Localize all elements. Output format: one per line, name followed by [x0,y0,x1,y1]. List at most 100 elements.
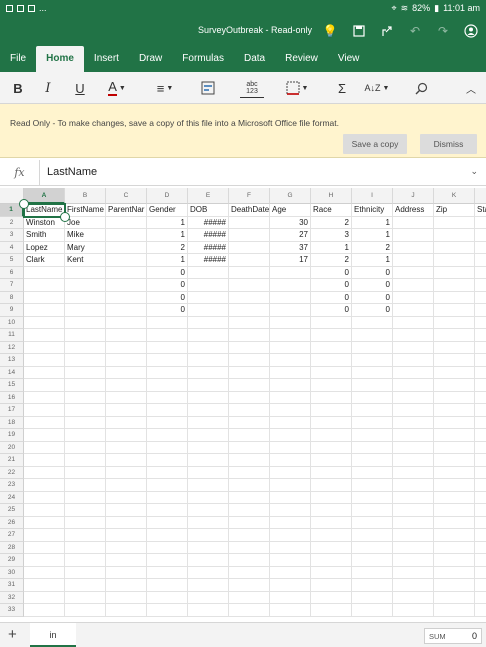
grid-cell[interactable] [65,316,106,329]
grid-cell[interactable] [229,441,270,454]
grid-cell[interactable] [311,341,352,354]
grid-cell[interactable] [188,466,229,479]
grid-cell[interactable] [229,229,270,242]
grid-cell[interactable] [393,491,434,504]
add-sheet-button[interactable]: + [8,626,17,643]
grid-cell[interactable]: 0 [311,266,352,279]
grid-cell[interactable] [352,429,393,442]
grid-cell[interactable] [352,466,393,479]
grid-cell[interactable]: DeathDate [229,204,270,217]
grid-cell[interactable] [65,566,106,579]
grid-cell[interactable] [188,379,229,392]
row-header[interactable]: 31 [0,579,24,592]
share-icon[interactable] [378,22,396,40]
lightbulb-icon[interactable]: 💡 [321,22,339,40]
grid-cell[interactable] [393,416,434,429]
grid-cell[interactable] [393,304,434,317]
grid-cell[interactable] [24,279,65,292]
grid-cell[interactable] [106,566,147,579]
grid-cell[interactable] [311,541,352,554]
grid-cell[interactable] [270,504,311,517]
grid-cell[interactable] [434,366,475,379]
grid-cell[interactable] [475,392,486,404]
grid-cell[interactable] [188,516,229,529]
grid-cell[interactable] [106,291,147,304]
grid-cell[interactable] [393,604,434,617]
grid-cell[interactable] [24,504,65,517]
grid-cell[interactable] [147,491,188,504]
grid-cell[interactable] [393,379,434,392]
row-header[interactable]: 30 [0,566,24,579]
grid-cell[interactable] [352,341,393,354]
grid-cell[interactable] [475,492,486,504]
grid-cell[interactable] [393,454,434,467]
sort-button[interactable]: A↓Z ▼ [364,78,390,98]
grid-cell[interactable] [352,541,393,554]
grid-cell[interactable] [270,429,311,442]
grid-cell[interactable] [475,354,486,367]
column-header[interactable]: I [352,188,393,204]
grid-cell[interactable] [24,329,65,342]
grid-cell[interactable] [188,391,229,404]
grid-cell[interactable]: Mary [65,241,106,254]
grid-cell[interactable] [188,354,229,367]
grid-cell[interactable] [65,479,106,492]
grid-cell[interactable] [311,354,352,367]
grid-cell[interactable] [434,504,475,517]
grid-cell[interactable] [147,466,188,479]
grid-cell[interactable] [475,442,486,454]
grid-cell[interactable] [393,354,434,367]
grid-cell[interactable] [188,329,229,342]
grid-cell[interactable]: 27 [270,229,311,242]
number-format-button[interactable]: abc 123 [240,78,264,98]
grid-cell[interactable] [106,591,147,604]
grid-cell[interactable] [229,304,270,317]
grid-cell[interactable] [475,517,486,529]
grid-cell[interactable] [147,566,188,579]
grid-cell[interactable] [147,591,188,604]
grid-cell[interactable] [352,316,393,329]
grid-cell[interactable] [270,391,311,404]
grid-cell[interactable] [188,579,229,592]
grid-cell[interactable]: 0 [311,279,352,292]
grid-cell[interactable] [352,391,393,404]
row-header[interactable]: 6 [0,266,24,279]
grid-cell[interactable]: 0 [311,304,352,317]
grid-cell[interactable] [106,216,147,229]
grid-cell[interactable] [24,304,65,317]
grid-cell[interactable]: ##### [188,241,229,254]
column-header[interactable]: C [106,188,147,204]
grid-cell[interactable] [24,479,65,492]
wrap-text-button[interactable] [198,78,218,98]
grid-cell[interactable] [188,554,229,567]
grid-cell[interactable] [229,291,270,304]
grid-cell[interactable] [352,604,393,617]
grid-cell[interactable] [475,254,486,267]
grid-cell[interactable] [106,491,147,504]
grid-cell[interactable] [65,279,106,292]
grid-cell[interactable] [393,541,434,554]
grid-cell[interactable] [393,391,434,404]
grid-cell[interactable] [65,516,106,529]
grid-cell[interactable] [311,566,352,579]
tab-view[interactable]: View [328,46,370,72]
grid-cell[interactable] [475,329,486,342]
column-header[interactable]: D [147,188,188,204]
grid-cell[interactable] [475,529,486,542]
grid-cell[interactable] [147,441,188,454]
grid-cell[interactable] [393,291,434,304]
tab-data[interactable]: Data [234,46,275,72]
grid-cell[interactable] [65,304,106,317]
grid-cell[interactable] [24,316,65,329]
column-header[interactable]: E [188,188,229,204]
grid-cell[interactable]: 30 [270,216,311,229]
grid-cell[interactable] [393,404,434,417]
grid-cell[interactable]: 1 [352,229,393,242]
grid-cell[interactable]: FirstName [65,204,106,217]
grid-cell[interactable] [434,591,475,604]
grid-cell[interactable] [270,366,311,379]
grid-cell[interactable]: 1 [352,216,393,229]
grid-cell[interactable] [147,554,188,567]
grid-cell[interactable]: 0 [352,291,393,304]
grid-cell[interactable] [434,391,475,404]
